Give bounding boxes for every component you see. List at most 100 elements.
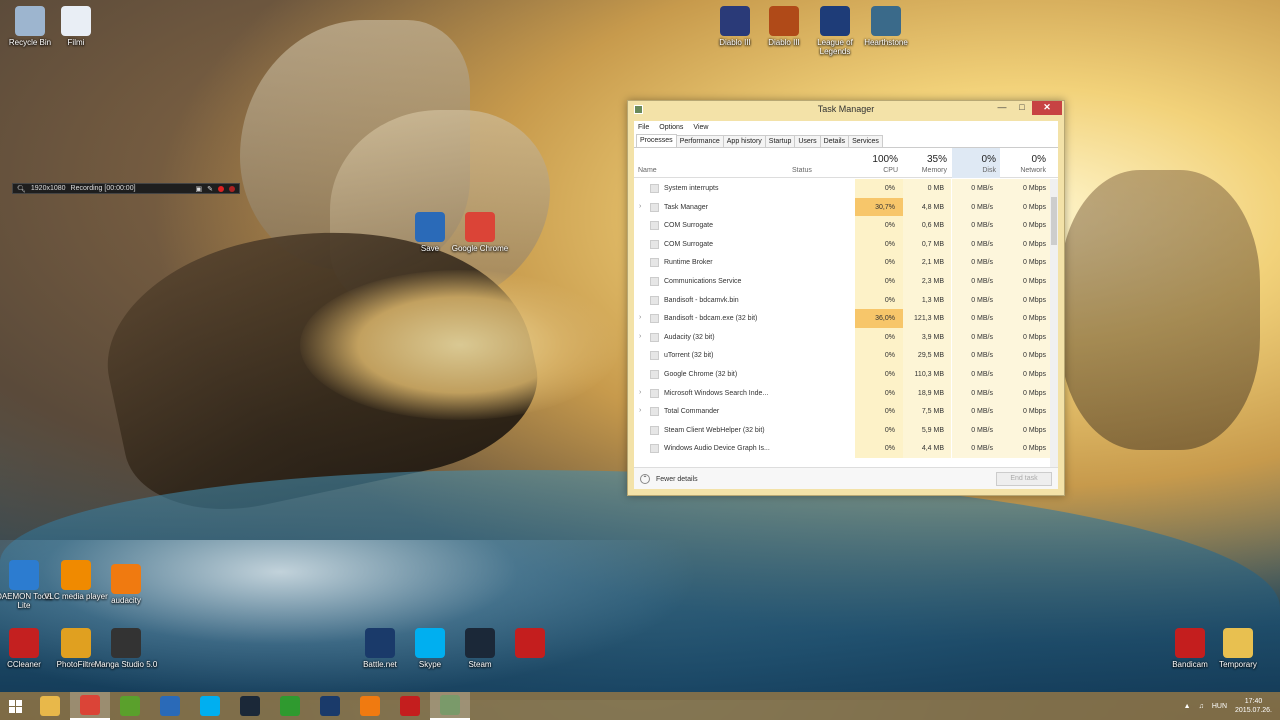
process-row[interactable]: › Bandisoft - bdcam.exe (32 bit) 36,0% 121,… — [634, 309, 1058, 328]
tab-processes[interactable]: Processes — [636, 134, 677, 147]
chevron-right-icon[interactable]: › — [639, 407, 641, 414]
tab-details[interactable]: Details — [819, 135, 850, 147]
taskbar-button[interactable] — [30, 692, 70, 720]
process-icon — [650, 239, 659, 249]
column-status[interactable]: Status — [792, 167, 812, 174]
minimize-button[interactable]: — — [992, 101, 1012, 115]
recording-bar[interactable]: 🔍︎ 1920x1080 Recording [00:00:00] ▣ ✎ — [12, 183, 240, 194]
taskbar-button[interactable] — [230, 692, 270, 720]
task-manager-icon — [634, 105, 643, 114]
desktop-icon[interactable] — [498, 628, 562, 660]
desktop-icon[interactable]: Manga Studio 5.0 — [94, 628, 158, 669]
process-memory: 4,4 MB — [921, 445, 944, 453]
maximize-button[interactable]: □ — [1012, 101, 1032, 115]
process-row[interactable]: › Task Manager 30,7% 4,8 MB 0 MB/s 0 Mbps — [634, 197, 1058, 217]
taskbar-button[interactable] — [310, 692, 350, 720]
desktop-icon[interactable]: Google Chrome — [448, 212, 512, 253]
process-row[interactable]: Bandisoft - bdcamvk.bin 0% 1,3 MB 0 MB/s 0 M… — [634, 290, 1058, 310]
process-row[interactable]: Runtime Broker 0% 2,1 MB 0 MB/s 0 Mbps — [634, 253, 1058, 272]
background-sea — [0, 470, 1280, 700]
process-row[interactable]: COM Surrogate 0% 0,6 MB 0 MB/s 0 Mbps — [634, 216, 1058, 235]
language-indicator[interactable]: HUN — [1212, 703, 1227, 710]
taskbar-button[interactable] — [350, 692, 390, 720]
taskbar-button[interactable] — [430, 692, 470, 720]
process-row[interactable]: Steam Client WebHelper (32 bit) 0% 5,9 MB 0… — [634, 420, 1058, 440]
scrollbar-thumb[interactable] — [1051, 197, 1057, 245]
process-row[interactable]: Communications Service 0% 2,3 MB 0 MB/s 0 Mb… — [634, 271, 1058, 291]
title-bar[interactable]: Task Manager — □ ✕ — [628, 101, 1064, 119]
process-name: Bandisoft - bdcam.exe (32 bit) — [664, 315, 758, 323]
process-cpu: 0% — [884, 240, 895, 248]
desktop-icon[interactable]: Temporary — [1206, 628, 1270, 669]
process-row[interactable]: › Audacity (32 bit) 0% 3,9 MB 0 MB/s 0 Mbps — [634, 327, 1058, 347]
process-icon — [650, 407, 659, 417]
search-icon[interactable]: 🔍︎ — [17, 185, 26, 193]
tab-performance[interactable]: Performance — [675, 135, 724, 147]
tab-users[interactable]: Users — [794, 135, 821, 147]
process-row[interactable]: Google Chrome (32 bit) 0% 110,3 MB 0 MB/s 0 … — [634, 364, 1058, 384]
menu-view[interactable]: View — [693, 124, 708, 131]
volume-icon[interactable]: ♫ — [1199, 703, 1204, 710]
camera-icon[interactable]: ▣ — [196, 185, 203, 193]
process-disk: 0 MB/s — [971, 240, 993, 248]
process-list[interactable]: System interrupts 0% 0 MB 0 MB/s 0 Mbps › Task… — [634, 179, 1058, 471]
tab-app-history[interactable]: App history — [722, 135, 766, 147]
process-cpu: 0% — [884, 426, 895, 434]
taskbar-button[interactable] — [110, 692, 150, 720]
task-manager-window[interactable]: Task Manager — □ ✕ File Options View Pro… — [627, 100, 1065, 496]
desktop-icon[interactable]: Hearthstone — [854, 6, 918, 47]
stop-icon[interactable] — [229, 185, 235, 192]
desktop-icon[interactable]: Filmi — [44, 6, 108, 47]
record-icon[interactable] — [218, 185, 224, 192]
ccleaner-icon — [9, 628, 39, 658]
scrollbar[interactable] — [1050, 179, 1058, 471]
process-disk: 0 MB/s — [971, 296, 993, 304]
column-network[interactable]: Network — [1020, 167, 1046, 174]
taskbar-button[interactable] — [190, 692, 230, 720]
column-disk[interactable]: Disk — [982, 167, 996, 174]
chevron-right-icon[interactable]: › — [639, 314, 641, 321]
process-disk: 0 MB/s — [971, 352, 993, 360]
chevron-right-icon[interactable]: › — [639, 389, 641, 396]
menu-options[interactable]: Options — [659, 124, 683, 131]
process-network: 0 Mbps — [1023, 445, 1046, 453]
taskbar-button[interactable] — [70, 692, 110, 720]
column-memory[interactable]: Memory — [922, 167, 947, 174]
process-row[interactable]: uTorrent (32 bit) 0% 29,5 MB 0 MB/s 0 Mbps — [634, 346, 1058, 365]
tab-services[interactable]: Services — [848, 135, 883, 147]
vlc-icon — [61, 560, 91, 590]
background-cannon-smoke — [300, 270, 620, 420]
system-tray: ▲ ♫ HUN 17:40 2015.07.26. — [1184, 692, 1272, 720]
process-cpu: 0% — [884, 185, 895, 192]
background-ship-right — [1060, 170, 1260, 450]
pencil-icon[interactable]: ✎ — [207, 185, 213, 193]
process-row[interactable]: › Total Commander 0% 7,5 MB 0 MB/s 0 Mbps — [634, 402, 1058, 421]
chevron-right-icon[interactable]: › — [639, 333, 641, 340]
process-row[interactable]: Windows Audio Device Graph Is... 0% 4,4 MB… — [634, 439, 1058, 458]
process-disk: 0 MB/s — [971, 203, 993, 211]
desktop-icon[interactable]: audacity — [94, 564, 158, 605]
process-row[interactable]: › Microsoft Windows Search Inde... 0% 18,9 … — [634, 383, 1058, 403]
clock-time: 17:40 — [1244, 698, 1263, 705]
disk-total: 0% — [981, 154, 996, 165]
recording-status: Recording [00:00:00] — [70, 185, 136, 192]
column-cpu[interactable]: CPU — [883, 167, 898, 174]
process-row[interactable]: System interrupts 0% 0 MB 0 MB/s 0 Mbps — [634, 179, 1058, 198]
process-disk: 0 MB/s — [971, 277, 993, 285]
column-name[interactable]: Name — [638, 167, 657, 174]
taskbar-button[interactable] — [270, 692, 310, 720]
start-button[interactable] — [0, 692, 30, 720]
network-icon[interactable]: ▲ — [1184, 703, 1191, 710]
clock[interactable]: 17:40 2015.07.26. — [1235, 697, 1272, 715]
taskbar-button[interactable] — [150, 692, 190, 720]
chevron-up-icon[interactable]: ⌃ — [640, 474, 650, 484]
tab-startup[interactable]: Startup — [764, 135, 796, 147]
process-row[interactable]: COM Surrogate 0% 0,7 MB 0 MB/s 0 Mbps — [634, 234, 1058, 254]
close-button[interactable]: ✕ — [1032, 101, 1062, 115]
menu-file[interactable]: File — [638, 124, 649, 131]
end-task-button[interactable]: End task — [996, 472, 1052, 486]
taskbar-button[interactable] — [390, 692, 430, 720]
fewer-details-link[interactable]: Fewer details — [656, 476, 698, 483]
chevron-right-icon[interactable]: › — [639, 203, 641, 210]
network-total: 0% — [1031, 154, 1046, 165]
